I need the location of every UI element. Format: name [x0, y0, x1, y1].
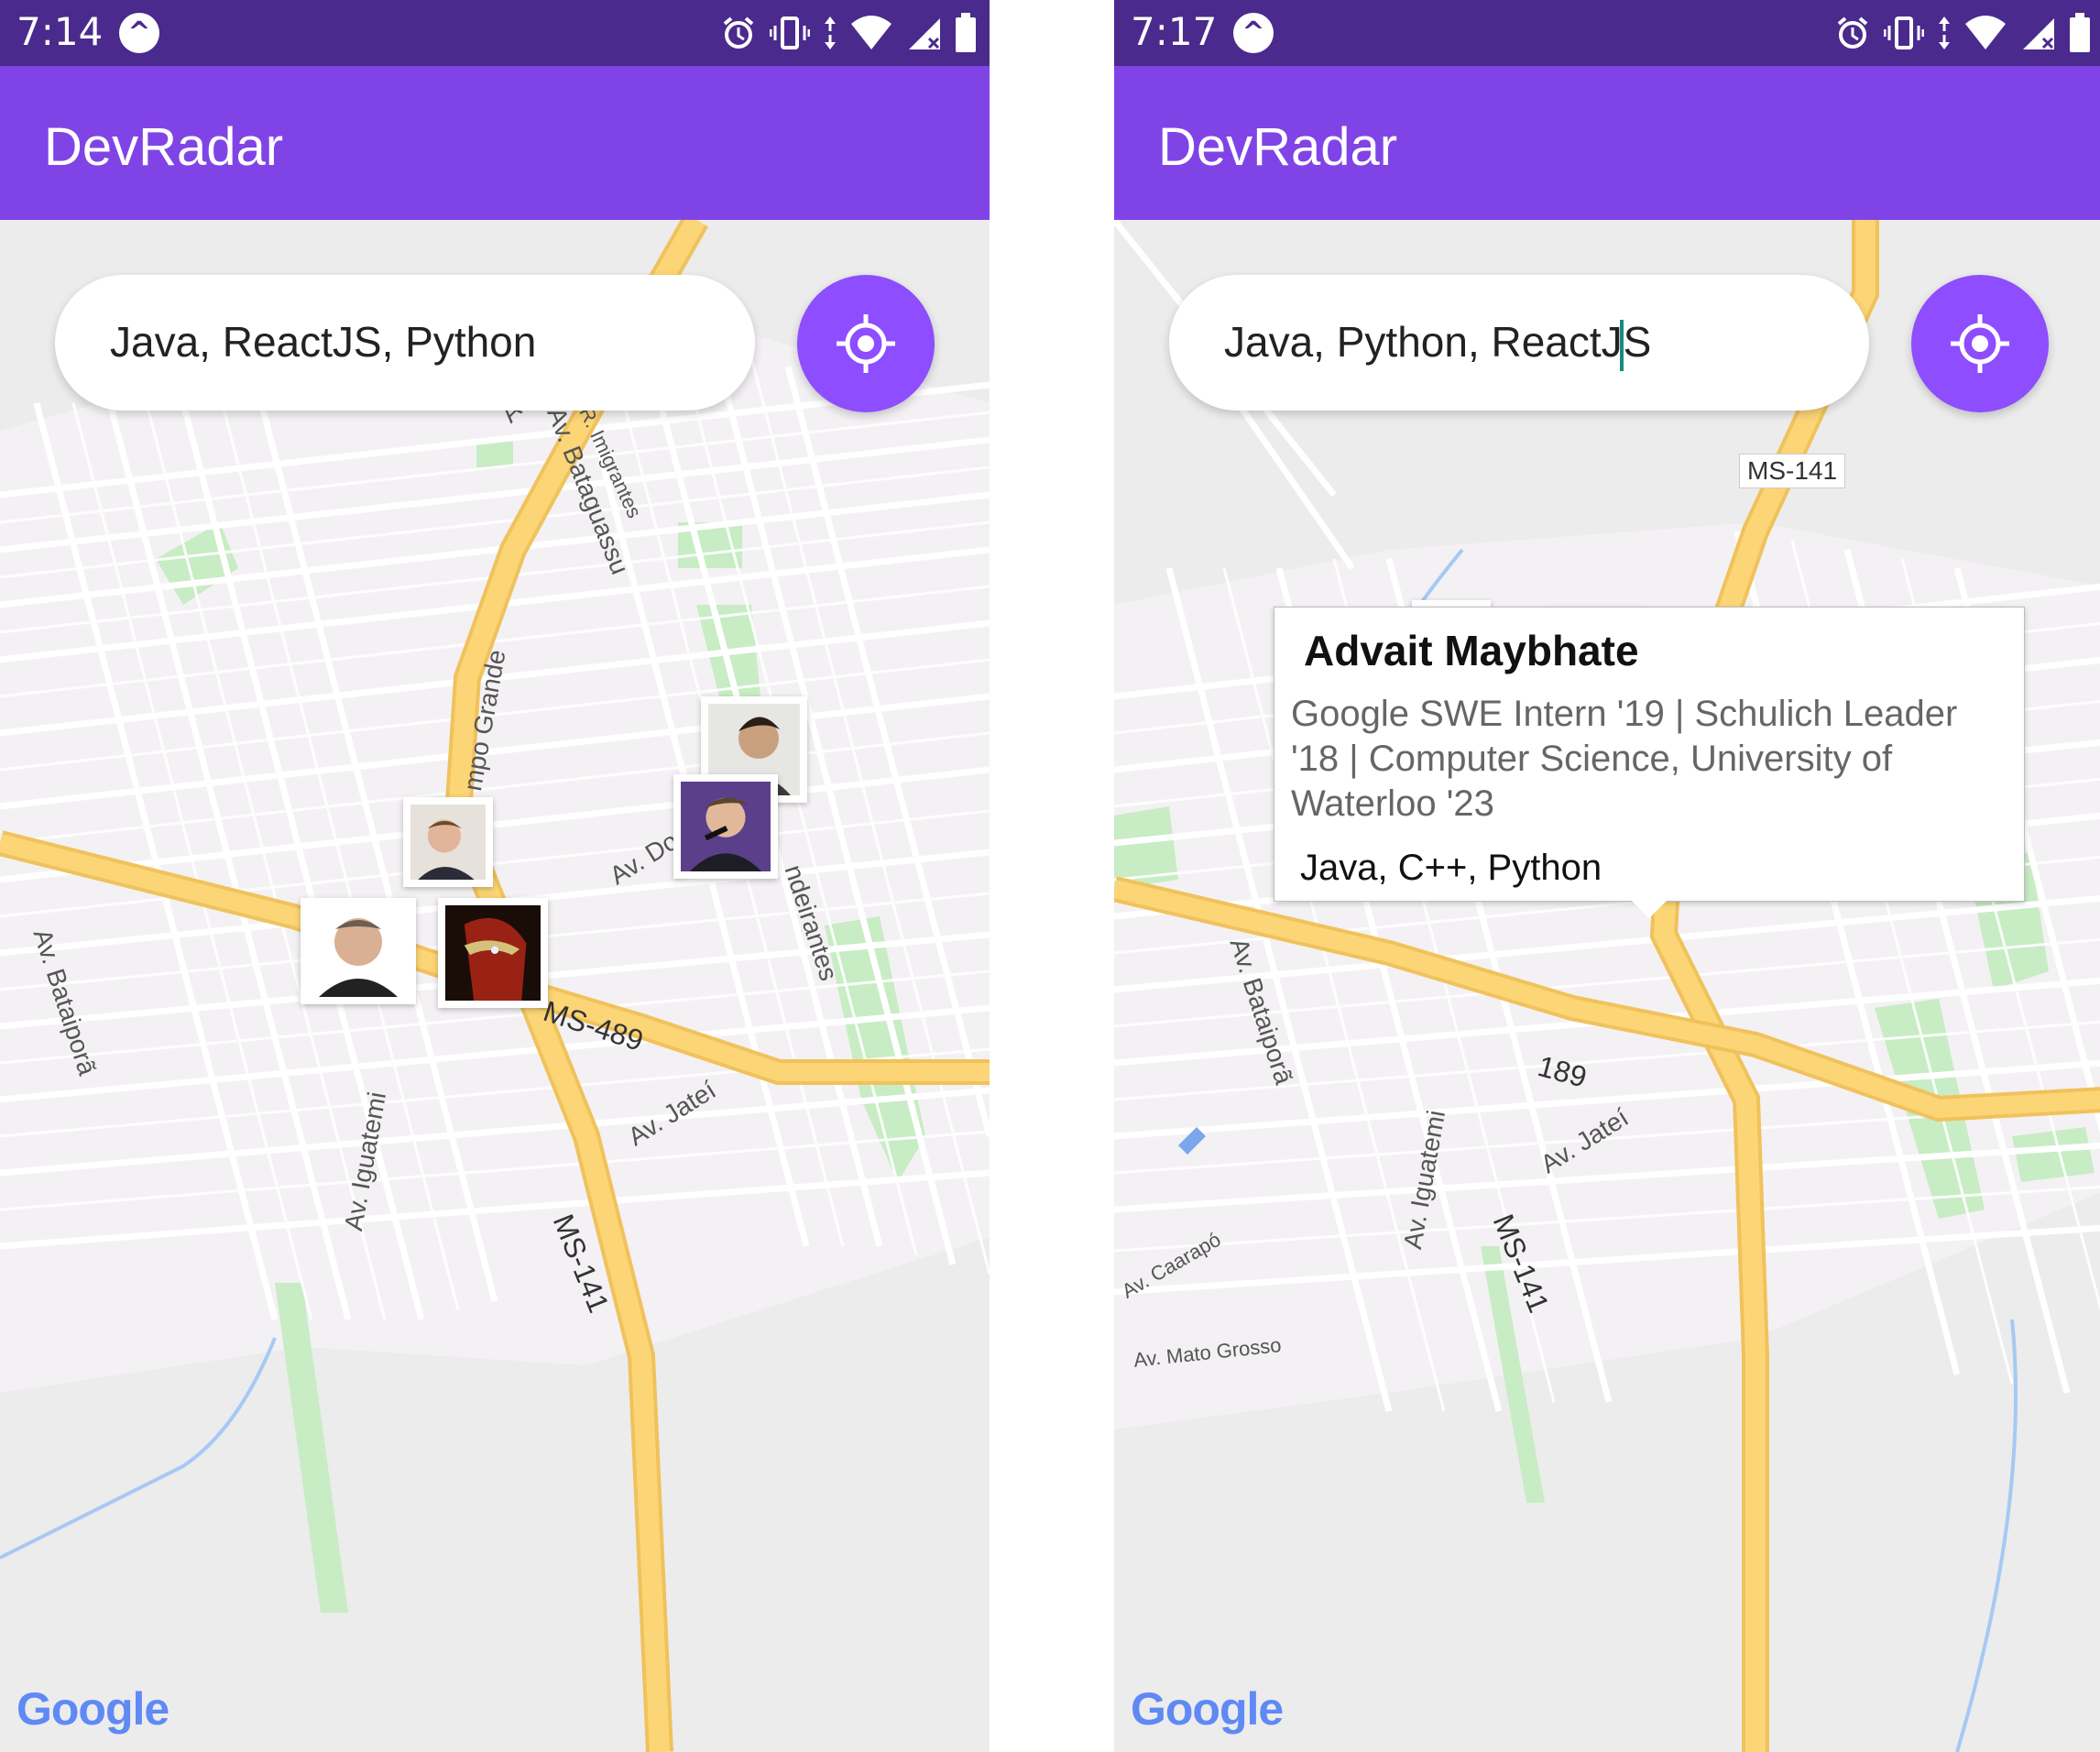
dev-bio: Google SWE Intern '19 | Schulich Leader …: [1291, 694, 1958, 824]
map-view[interactable]: Av. Brasil R. Imigrantes Av. Bataguassu …: [0, 220, 990, 1752]
data-arrows-icon: [825, 16, 836, 49]
signal-icon: [2023, 18, 2054, 49]
data-arrows-icon: [1939, 16, 1950, 49]
app-title: DevRadar: [44, 117, 284, 177]
dev-marker[interactable]: [438, 898, 548, 1008]
dev-marker[interactable]: [673, 774, 778, 879]
app-title: DevRadar: [1158, 117, 1398, 177]
dev-techs: Java, C++, Python: [1300, 848, 1602, 888]
battery-icon: [2070, 13, 2090, 52]
status-bar: 7:14 ^: [0, 0, 990, 66]
my-location-button[interactable]: [1911, 275, 2049, 412]
dev-marker[interactable]: [403, 797, 493, 887]
alarm-icon: [1837, 16, 1868, 49]
my-location-icon: [1951, 314, 2009, 373]
wifi-icon: [851, 16, 891, 49]
dev-avatar: [410, 805, 486, 880]
status-time: 7:14: [16, 9, 104, 54]
app-bar: DevRadar: [1114, 66, 2100, 220]
status-icons: [1834, 11, 2091, 55]
my-location-icon: [837, 314, 895, 373]
highway-shield-ms141: MS-141: [1739, 454, 1846, 488]
map-view[interactable]: MS-141 Av. Bataiporã Av. Iguatemi Av. Ja…: [1114, 220, 2100, 1752]
battery-icon: [956, 13, 976, 52]
tech-search-input[interactable]: Java, Python, ReactJS: [1224, 317, 1651, 371]
callout-pointer: [1629, 898, 1669, 918]
google-logo: Google: [16, 1682, 170, 1736]
google-wordmark: Google: [16, 1683, 170, 1735]
alarm-icon: [723, 16, 754, 49]
signal-icon: [909, 18, 940, 49]
my-location-button[interactable]: [797, 275, 935, 412]
app-bar: DevRadar: [0, 66, 990, 220]
app-notification-icon: ^: [1233, 13, 1274, 53]
vibrate-icon: [1884, 16, 1924, 49]
tech-search-input[interactable]: Java, ReactJS, Python: [110, 317, 536, 367]
dev-info-callout[interactable]: Advait Maybhate Google SWE Intern '19 | …: [1274, 607, 2025, 902]
phone-screen-left: 7:14 ^ DevRadar R. Imigrantes Av. Batagu…: [0, 0, 990, 1752]
status-icons: [720, 11, 977, 55]
status-time: 7:17: [1131, 9, 1218, 54]
dev-marker[interactable]: [301, 898, 416, 1004]
wifi-icon: [1965, 16, 2006, 49]
dev-avatar: [445, 905, 541, 1001]
search-text-after-caret: S: [1623, 318, 1652, 366]
status-bar: 7:17 ^: [1114, 0, 2100, 66]
tech-search-bar[interactable]: Java, ReactJS, Python: [55, 275, 755, 411]
dev-avatar: [308, 905, 409, 997]
vibrate-icon: [770, 16, 810, 49]
search-text-before-caret: Java, Python, ReactJ: [1224, 318, 1623, 366]
google-logo: Google: [1131, 1682, 1284, 1736]
dev-avatar: [681, 782, 771, 871]
app-notification-icon: ^: [119, 13, 159, 53]
dev-name: Advait Maybhate: [1304, 627, 1639, 674]
google-wordmark: Google: [1131, 1683, 1284, 1735]
tech-search-bar[interactable]: Java, Python, ReactJS: [1169, 275, 1869, 411]
